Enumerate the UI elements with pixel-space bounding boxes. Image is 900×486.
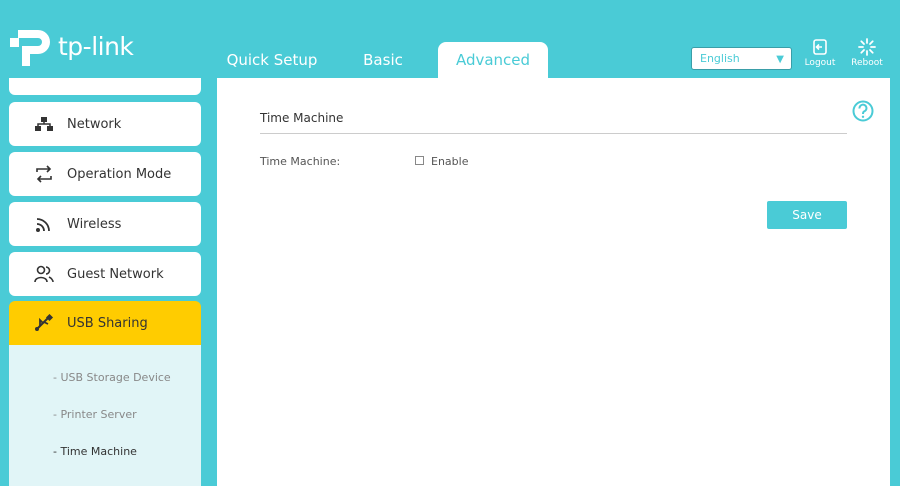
sidebar-item-hidden[interactable] [9, 78, 201, 95]
submenu-item-time-machine[interactable]: - Time Machine [53, 445, 137, 458]
help-icon[interactable] [852, 100, 874, 127]
sidebar-item-label: Wireless [67, 216, 122, 232]
section-title: Time Machine [260, 111, 344, 125]
submenu-item-usb-storage-device[interactable]: - USB Storage Device [53, 371, 171, 384]
sidebar-item-network[interactable]: Network [9, 102, 201, 146]
sidebar: Network Operation Mode Wireless Guest Ne… [0, 78, 209, 486]
reboot-icon [858, 38, 876, 56]
tp-link-logo-icon [10, 30, 50, 66]
sidebar-item-label: Operation Mode [67, 166, 172, 182]
time-machine-label: Time Machine: [260, 155, 341, 168]
section-divider [260, 133, 847, 134]
logout-label: Logout [804, 58, 836, 68]
main-panel: Time Machine Time Machine: Enable Save [217, 78, 890, 486]
language-select[interactable]: English ▼ [691, 47, 792, 70]
sidebar-item-label: USB Sharing [67, 315, 148, 331]
enable-checkbox[interactable] [415, 156, 424, 165]
usb-icon [33, 312, 55, 334]
tab-quick-setup[interactable]: Quick Setup [222, 42, 322, 78]
sidebar-item-label: Network [67, 116, 122, 132]
tab-basic[interactable]: Basic [352, 42, 414, 78]
operation-mode-icon [33, 163, 55, 185]
chevron-down-icon: ▼ [776, 54, 784, 65]
save-button[interactable]: Save [767, 201, 847, 229]
tab-advanced[interactable]: Advanced [438, 42, 548, 80]
reboot-button[interactable]: Reboot [847, 38, 887, 68]
network-icon [33, 113, 55, 135]
tp-link-logo: tp-link [8, 24, 134, 70]
usb-sharing-submenu: - USB Storage Device - Printer Server - … [9, 345, 201, 486]
language-value: English [700, 52, 740, 65]
sidebar-item-guest-network[interactable]: Guest Network [9, 252, 201, 296]
reboot-label: Reboot [851, 58, 883, 68]
logout-icon [813, 39, 827, 55]
logout-button[interactable]: Logout [800, 38, 840, 68]
brand-name: tp-link [58, 31, 134, 61]
submenu-item-printer-server[interactable]: - Printer Server [53, 408, 137, 421]
guest-network-icon [33, 263, 55, 285]
sidebar-item-usb-sharing[interactable]: USB Sharing [9, 301, 201, 345]
sidebar-item-wireless[interactable]: Wireless [9, 202, 201, 246]
sidebar-item-label: Guest Network [67, 266, 164, 282]
enable-label[interactable]: Enable [431, 155, 468, 168]
sidebar-item-operation-mode[interactable]: Operation Mode [9, 152, 201, 196]
wireless-icon [33, 213, 55, 235]
